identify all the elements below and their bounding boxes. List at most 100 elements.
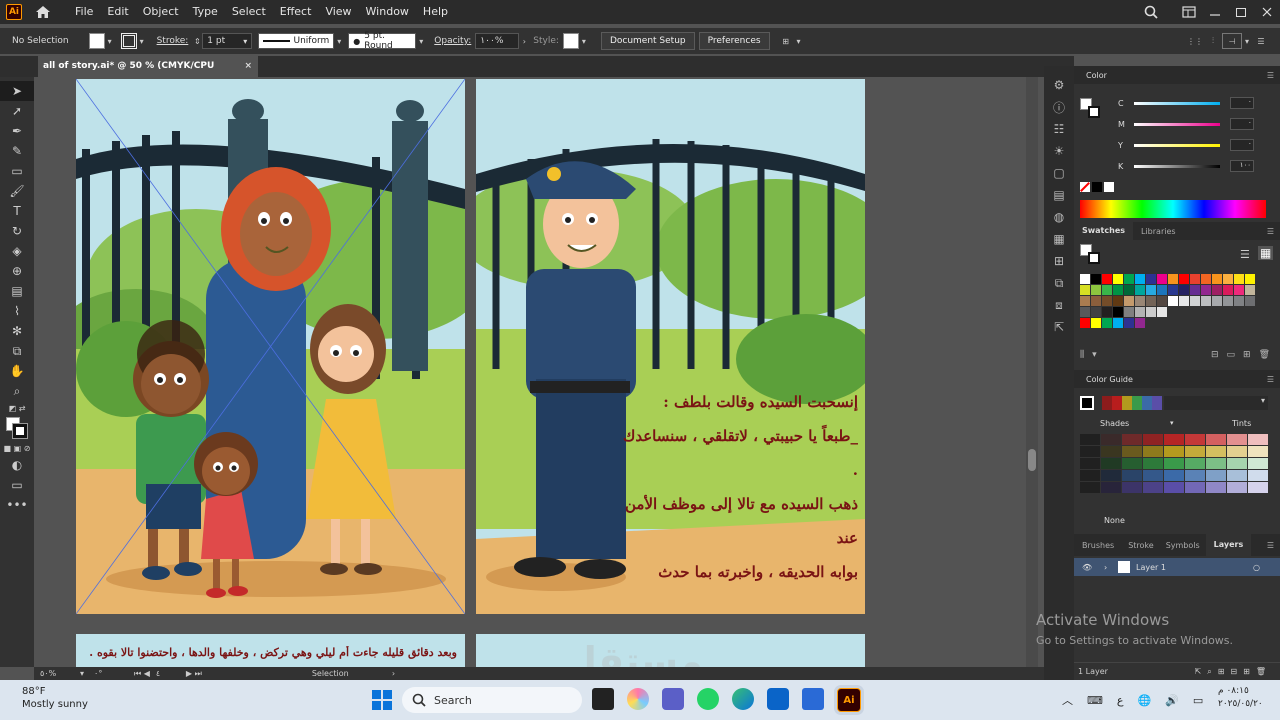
swatch[interactable]	[1179, 274, 1189, 284]
taskbar-search[interactable]: Search	[402, 687, 582, 713]
default-colors-icon[interactable]: ◩ ⇄	[0, 401, 34, 415]
close-icon[interactable]	[1254, 0, 1280, 24]
arrange-icon[interactable]: ⊞	[778, 33, 794, 49]
selection-tool-icon[interactable]: ➤	[0, 81, 34, 101]
artboard-nav-icon[interactable]: ⏮ ◀	[134, 669, 150, 679]
variation-swatch[interactable]	[1248, 434, 1268, 445]
artboard-number[interactable]: ٤	[156, 669, 186, 678]
outlook-icon[interactable]	[767, 688, 789, 710]
navigator-icon[interactable]: ▢	[1044, 162, 1074, 184]
variation-swatch[interactable]	[1122, 470, 1142, 481]
swatch[interactable]	[1179, 296, 1189, 306]
harmony-swatch[interactable]	[1102, 396, 1112, 410]
tab-libraries[interactable]: Libraries	[1133, 227, 1184, 236]
panel-menu-icon[interactable]: ☰	[1267, 227, 1274, 236]
preferences-button[interactable]: Preferences	[698, 32, 770, 50]
document-tab[interactable]: all of story.ai* @ 50 % (CMYK/CPU Previe…	[38, 56, 258, 92]
show-kinds-icon[interactable]: ▾	[1092, 350, 1097, 360]
restore-icon[interactable]	[1228, 0, 1254, 24]
cyan-slider[interactable]: C ·	[1118, 96, 1254, 110]
swatch[interactable]	[1168, 274, 1178, 284]
harmony-swatch[interactable]	[1142, 396, 1152, 410]
new-swatch-icon[interactable]: ⊞	[1243, 350, 1251, 360]
options-icon[interactable]: ⊟	[1211, 350, 1219, 360]
variation-swatch[interactable]	[1122, 482, 1142, 493]
variation-swatch[interactable]	[1248, 470, 1268, 481]
swatch[interactable]	[1091, 296, 1101, 306]
variation-swatch[interactable]	[1080, 482, 1100, 493]
fill-swatch[interactable]	[88, 33, 105, 49]
edge-icon[interactable]	[732, 688, 754, 710]
gradient-icon[interactable]: ▤	[1044, 184, 1074, 206]
home-icon[interactable]	[32, 1, 54, 23]
tab-symbols[interactable]: Symbols	[1160, 541, 1206, 550]
swatch[interactable]	[1179, 285, 1189, 295]
pen-tool-icon[interactable]: ✒	[0, 121, 34, 141]
variation-swatch[interactable]	[1206, 458, 1226, 469]
magenta-slider[interactable]: M ·	[1118, 117, 1254, 131]
stroke-profile-select[interactable]: Uniform	[258, 33, 335, 49]
swatch[interactable]	[1102, 318, 1112, 328]
align-icon[interactable]: ⋮⋮	[1186, 33, 1204, 49]
swatch[interactable]	[1135, 307, 1145, 317]
variation-swatch[interactable]	[1080, 434, 1100, 445]
export-icon[interactable]: ⇱	[1044, 316, 1074, 338]
artboard-3[interactable]: وبعد دقائق قليله جاءت أم ليلي وهي تركض ،…	[76, 634, 465, 667]
swatch[interactable]	[1091, 318, 1101, 328]
eraser-tool-icon[interactable]: ◈	[0, 241, 34, 261]
swatch[interactable]	[1146, 307, 1156, 317]
swatch[interactable]	[1157, 296, 1167, 306]
swatch[interactable]	[1212, 285, 1222, 295]
style-swatch[interactable]	[562, 33, 579, 49]
swatch[interactable]	[1157, 307, 1167, 317]
variation-swatch[interactable]	[1101, 482, 1121, 493]
rectangle-tool-icon[interactable]: ▭	[0, 161, 34, 181]
curvature-tool-icon[interactable]: ✎	[0, 141, 34, 161]
yellow-slider[interactable]: Y ·	[1118, 138, 1254, 152]
swatch[interactable]	[1190, 274, 1200, 284]
swatch[interactable]	[1135, 296, 1145, 306]
none-white-black-swatches[interactable]	[1080, 182, 1114, 192]
swatch[interactable]	[1223, 274, 1233, 284]
chevron-down-icon[interactable]: ▾	[794, 33, 804, 49]
variation-swatch[interactable]	[1143, 434, 1163, 445]
folder-icon[interactable]: ▭	[1227, 350, 1236, 360]
store-icon[interactable]	[802, 688, 824, 710]
swatch[interactable]	[1201, 274, 1211, 284]
info-icon[interactable]: ⓘ	[1044, 96, 1074, 118]
swatch[interactable]	[1113, 285, 1123, 295]
rotate-tool-icon[interactable]: ↻	[0, 221, 34, 241]
copilot-icon[interactable]	[627, 688, 649, 710]
clock[interactable]: ٠٨:١٥ م ٢٠٢٥/٠٥/٢٠	[1218, 686, 1276, 709]
panel-menu-icon[interactable]: ☰	[1267, 541, 1274, 550]
menu-view[interactable]: View	[318, 0, 358, 24]
variation-swatch[interactable]	[1101, 458, 1121, 469]
chevron-down-icon[interactable]: ▾	[1242, 33, 1252, 49]
artboard-2[interactable]: إنسحبت السيده وقالت بلطف : _طبعاً يا حبي…	[476, 79, 865, 614]
graphic-styles-icon[interactable]: ▦	[1044, 228, 1074, 250]
swatch[interactable]	[1201, 285, 1211, 295]
menu-type[interactable]: Type	[186, 0, 225, 24]
variation-swatch[interactable]	[1185, 458, 1205, 469]
variation-swatch[interactable]	[1227, 482, 1247, 493]
paintbrush-tool-icon[interactable]: 🖌	[0, 181, 34, 201]
pathfinder-icon[interactable]: ⧉	[1044, 272, 1074, 294]
workspace-icon[interactable]	[1176, 0, 1202, 24]
swatch[interactable]	[1113, 318, 1123, 328]
shape-builder-tool-icon[interactable]: ⊕	[0, 261, 34, 281]
swatch[interactable]	[1102, 296, 1112, 306]
swatch[interactable]	[1212, 296, 1222, 306]
swatch[interactable]	[1102, 274, 1112, 284]
swatch[interactable]	[1135, 274, 1145, 284]
variation-swatch[interactable]	[1227, 458, 1247, 469]
variation-swatch[interactable]	[1101, 434, 1121, 445]
appearance-icon[interactable]: ☀	[1044, 140, 1074, 162]
transform-icon[interactable]: ⊣	[1222, 33, 1242, 49]
menu-window[interactable]: Window	[359, 0, 416, 24]
menu-effect[interactable]: Effect	[273, 0, 319, 24]
variation-swatch[interactable]	[1101, 446, 1121, 457]
input-language[interactable]: ع	[1117, 694, 1124, 707]
chevron-down-icon[interactable]: ▾	[1170, 419, 1174, 427]
rotation-angle[interactable]: ٠°	[94, 669, 134, 678]
swatch[interactable]	[1146, 285, 1156, 295]
